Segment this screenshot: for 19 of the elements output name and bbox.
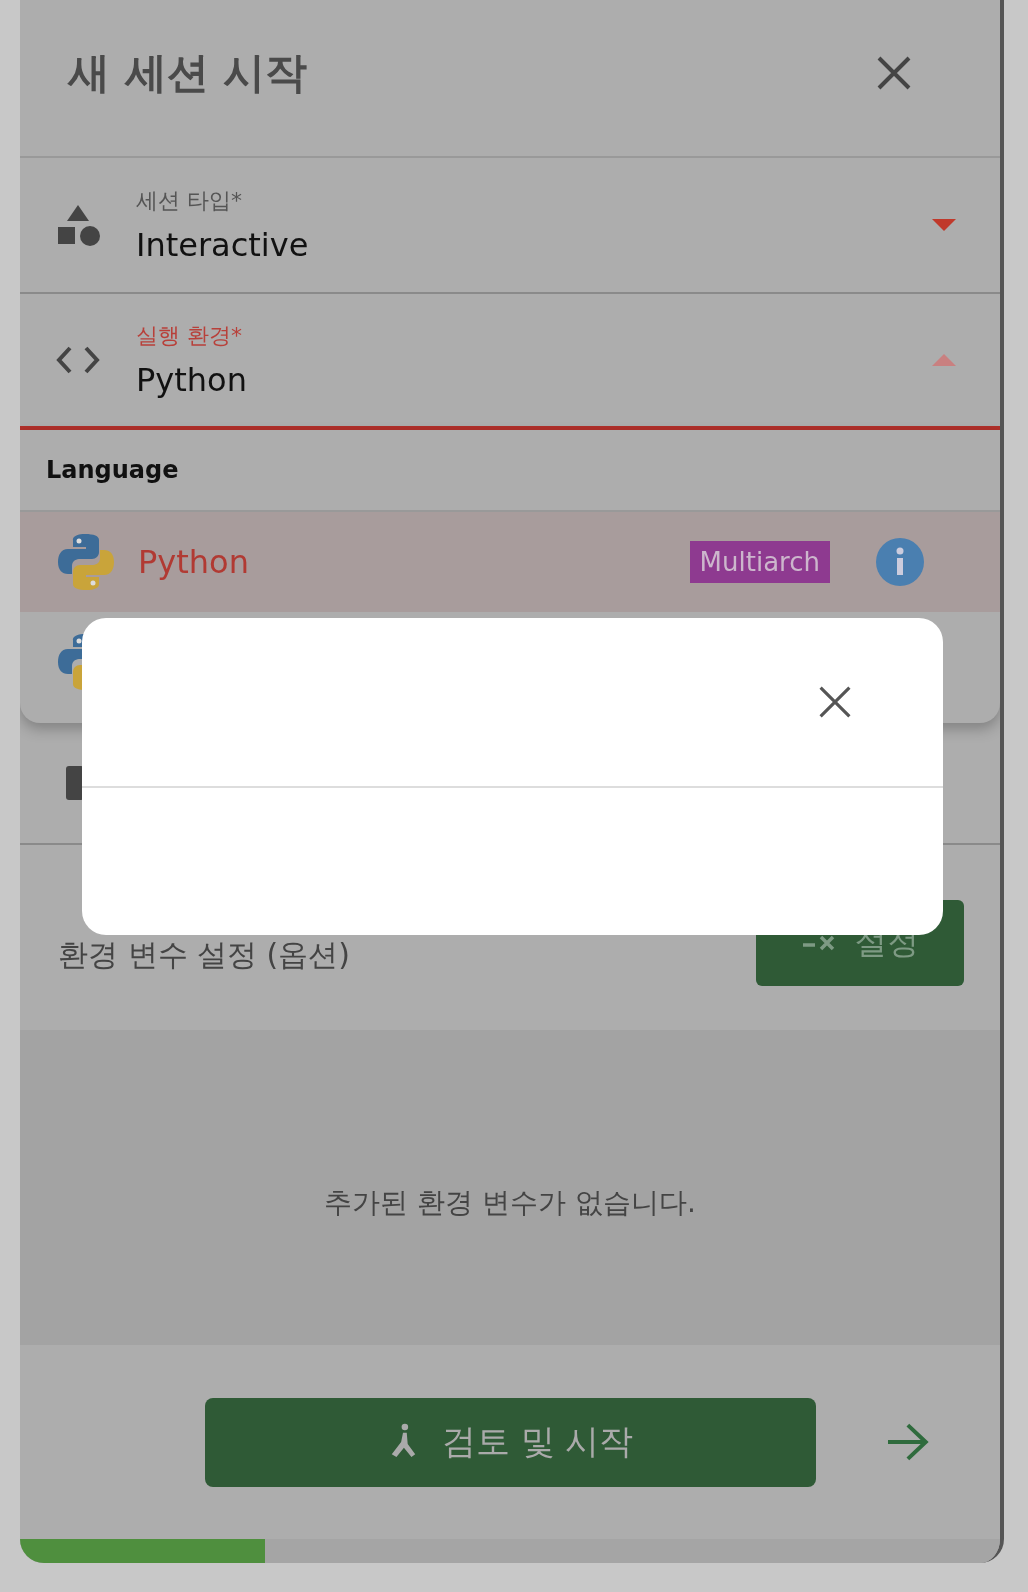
- info-icon[interactable]: [876, 538, 924, 586]
- close-icon[interactable]: [817, 684, 853, 720]
- field-value: Interactive: [136, 226, 310, 264]
- caret-icon: [932, 354, 956, 366]
- dialog-title: 새 세션 시작: [68, 47, 308, 99]
- field-value: Python: [136, 361, 248, 399]
- option-item[interactable]: Python Multiarch: [20, 512, 1000, 612]
- select-field[interactable]: 세션 타입* Interactive: [20, 158, 1000, 294]
- empty-message: 추가된 환경 변수가 없습니다.: [324, 1184, 696, 1221]
- option-label: Python: [138, 543, 250, 581]
- review-start-button[interactable]: 검토 및 시작: [205, 1397, 817, 1487]
- field-label: 세션 타입*: [136, 187, 243, 215]
- tag-badge: Multiarch: [689, 541, 830, 583]
- arrow-right-icon[interactable]: [886, 1422, 930, 1462]
- python-logo-icon: [56, 532, 116, 592]
- section-label: 환경 변수 설정 (옵션): [58, 936, 351, 974]
- variable-icon: [801, 933, 837, 953]
- caret-icon: [932, 219, 956, 231]
- field-label: 실행 환경*: [136, 322, 243, 350]
